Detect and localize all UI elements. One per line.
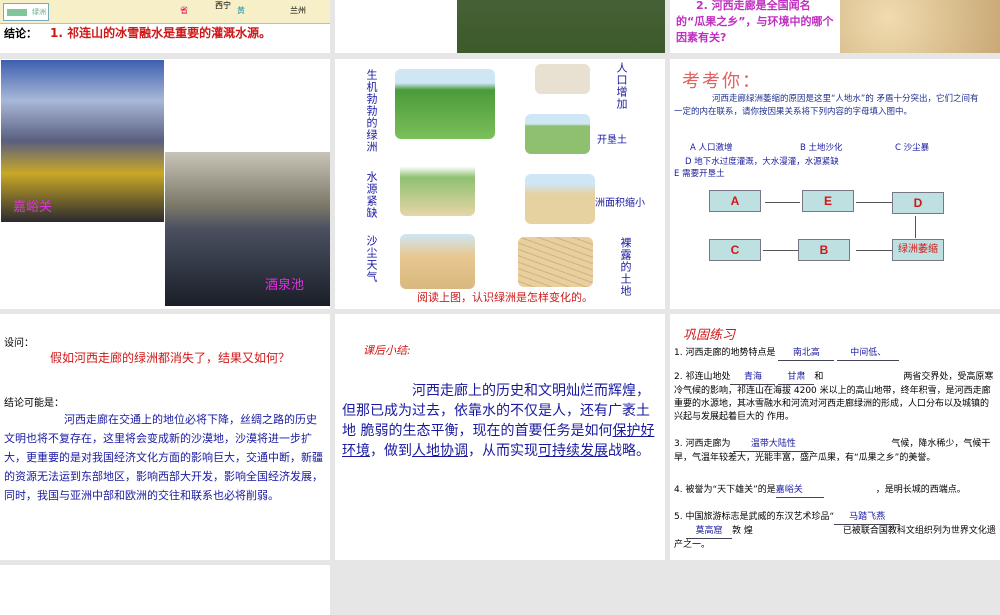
summary-part: 战略。 [608, 443, 650, 459]
question-label: 设问： [4, 338, 34, 349]
summary-part: ，从而实现 [468, 443, 538, 459]
slide-thumbnail-6[interactable]: 考考你： 河西走廊绿洲萎缩的原因是这里“人地水”的 矛盾十分突出，它们之间有一定… [670, 59, 1000, 309]
conclusion-text: 河西走廊在交通上的地位必将下降，丝绸之路的历史文明也将不复存在，这里将会变成新的… [4, 413, 323, 502]
q5-text: 5. 中国旅游标志是武威的东汉艺术珍品“ [674, 512, 835, 522]
potato-image [840, 0, 1000, 53]
q1-text: 1. 河西走廊的地势特点是 [674, 348, 776, 358]
map-image: 绿洲 西宁 省 黄 兰州 [0, 0, 330, 24]
slide-thumbnail-7[interactable]: 设问： 假如河西走廊的绿洲都消失了，结果又如何？ 结论可能是： 河西走廊在交通上… [0, 314, 330, 560]
conclusion-label: 结论可能是： [4, 398, 64, 409]
flow-arrow [856, 202, 892, 203]
flow-box-c: C [709, 239, 761, 261]
slide-thumbnail-3[interactable]: 2. 河西走廊是全国闻名的“瓜果之乡”，与环境中的哪个因素有关? [670, 0, 1000, 53]
summary-title: 课后小结: [363, 344, 411, 357]
label-dust-weather: 沙尘天气 [365, 235, 378, 283]
question-text: 2. 河西走廊是全国闻名的“瓜果之乡”，与环境中的哪个因素有关? [676, 0, 834, 44]
map-label: 省 [180, 6, 188, 15]
label-bare-land: 裸露的土地 [619, 237, 632, 297]
answer-3: 温带大陆性 [733, 438, 814, 452]
map-label: 西宁 [215, 1, 231, 10]
exercise-q3: 3. 河西走廊为 温带大陆性 气候，降水稀少，气候干旱，气温年较差大，光能丰富，盛… [674, 438, 996, 465]
summary-text: 河西走廊上的历史和文明灿烂而辉煌，但那已成为过去，依靠水的不仅是人，还有广袤土地… [342, 381, 660, 461]
oasis-illustration [395, 69, 495, 139]
jiuquan-label: 酒泉池 [265, 278, 305, 293]
q2-text: 2. 祁连山地处 [674, 372, 731, 382]
label-reclaim-land: 开垦土 [597, 135, 627, 146]
map-label: 黄 [237, 6, 245, 15]
flow-box-b: B [798, 239, 850, 261]
label-water-shortage: 水源紧缺 [365, 171, 378, 219]
jiayuguan-image: 嘉峪关 [1, 60, 164, 222]
jiuquan-pool-image: 酒泉池 [165, 152, 330, 306]
map-legend-label: 绿洲 [32, 8, 46, 16]
jiayuguan-label: 嘉峪关 [13, 200, 53, 215]
question-text: 假如河西走廊的绿洲都消失了，结果又如何？ [50, 351, 291, 365]
answer-1b: 中间低、 [837, 346, 900, 361]
answer-2a: 青海 [730, 371, 776, 385]
watering-illustration [400, 161, 475, 216]
exercise-q5: 5. 中国旅游标志是武威的东汉艺术珍品“ 马踏飞燕 莫高窟敦 煌已被联合国教科文组织… [674, 511, 996, 552]
flow-box-d: D [892, 192, 944, 214]
option-a: A 人口激增 [690, 143, 733, 153]
summary-part: ，做到 [370, 443, 412, 459]
slide-caption: 阅读上图，认识绿洲是怎样变化的。 [417, 291, 593, 304]
q3-text: 3. 河西走廊为 [674, 439, 731, 449]
quiz-title: 考考你： [682, 71, 762, 92]
slide-thumbnail-1[interactable]: 绿洲 西宁 省 黄 兰州 结论： 1. 祁连山的冰雪融水是重要的灌溉水源。 [0, 0, 330, 53]
bare-land-illustration [518, 237, 593, 287]
answer-5b: 莫高窟 [686, 525, 732, 539]
slide-thumbnail-2[interactable] [335, 0, 665, 53]
exercise-q1: 1. 河西走廊的地势特点是 南北高 中间低、 [674, 346, 996, 361]
option-c: C 沙尘暴 [895, 143, 930, 153]
family-illustration [535, 64, 590, 94]
sheep-grassland-image [457, 0, 665, 53]
answer-5a: 马踏飞燕 [834, 511, 901, 525]
keyword-sustainable-development: 可持续发展 [538, 443, 608, 459]
summary-part: 河西走廊上的历史和文明灿烂而辉煌，但那已成为过去，依靠水的不仅是人，还有广袤土地… [342, 383, 650, 439]
slide-thumbnail-8[interactable]: 课后小结: 河西走廊上的历史和文明灿烂而辉煌，但那已成为过去，依靠水的不仅是人，… [335, 314, 665, 560]
quiz-intro: 河西走廊绿洲萎缩的原因是这里“人地水”的 矛盾十分突出，它们之间有一定的内在联系… [674, 94, 979, 117]
q4-text: ，是明长城的西端点。 [875, 485, 966, 495]
slide-thumbnail-10[interactable] [0, 565, 330, 615]
sandstorm-illustration [400, 234, 475, 289]
answer-1a: 南北高 [778, 346, 835, 361]
flow-arrow [763, 250, 798, 251]
flow-arrow [856, 250, 892, 251]
option-b: B 土地沙化 [800, 143, 843, 153]
q4-text: 4. 被誉为“天下雄关”的是 [674, 485, 776, 495]
slide-thumbnail-4[interactable]: 嘉峪关 酒泉池 [0, 59, 330, 309]
shrinking-oasis-illustration [525, 174, 595, 224]
slide-thumbnail-5[interactable]: 生机勃勃的绿洲 水源紧缺 沙尘天气 人口增加 开垦土 绿洲面积缩小 裸露的土地 … [335, 59, 665, 309]
label-thriving-oasis: 生机勃勃的绿洲 [365, 69, 378, 153]
keyword-human-land-harmony: 人地协调 [412, 443, 468, 459]
conclusion-text: 1. 祁连山的冰雪融水是重要的灌溉水源。 [50, 26, 272, 40]
slide-thumbnail-9[interactable]: 巩固练习 1. 河西走廊的地势特点是 南北高 中间低、 2. 祁连山地处 青海 甘… [670, 314, 1000, 560]
flow-box-a: A [709, 190, 761, 212]
label-population-increase: 人口增加 [615, 62, 628, 110]
flow-box-e: E [802, 190, 854, 212]
conclusion-label: 结论： [4, 27, 37, 40]
exercise-q2: 2. 祁连山地处 青海 甘肃和两省交界处，受高原寒冷气候的影响，祁连山在海拔 42… [674, 371, 996, 424]
option-d: D 地下水过度灌溉，大水漫灌，水源紧缺 [685, 157, 839, 167]
exercise-q4: 4. 被誉为“天下雄关”的是嘉峪关 ，是明长城的西端点。 [674, 484, 996, 498]
flow-box-oasis-shrinking: 绿洲萎缩 [892, 239, 944, 261]
flow-arrow [915, 216, 916, 238]
exercise-title: 巩固练习 [683, 328, 736, 343]
option-e: E 需要开垦土 [674, 169, 725, 179]
answer-4: 嘉峪关 [775, 484, 824, 498]
q2-text: 和 [814, 372, 824, 382]
map-label: 兰州 [290, 6, 306, 15]
farming-illustration [525, 114, 590, 154]
flow-arrow [765, 202, 800, 203]
q5-text: 敦 煌 [732, 526, 753, 536]
answer-2b: 甘肃 [778, 371, 815, 385]
